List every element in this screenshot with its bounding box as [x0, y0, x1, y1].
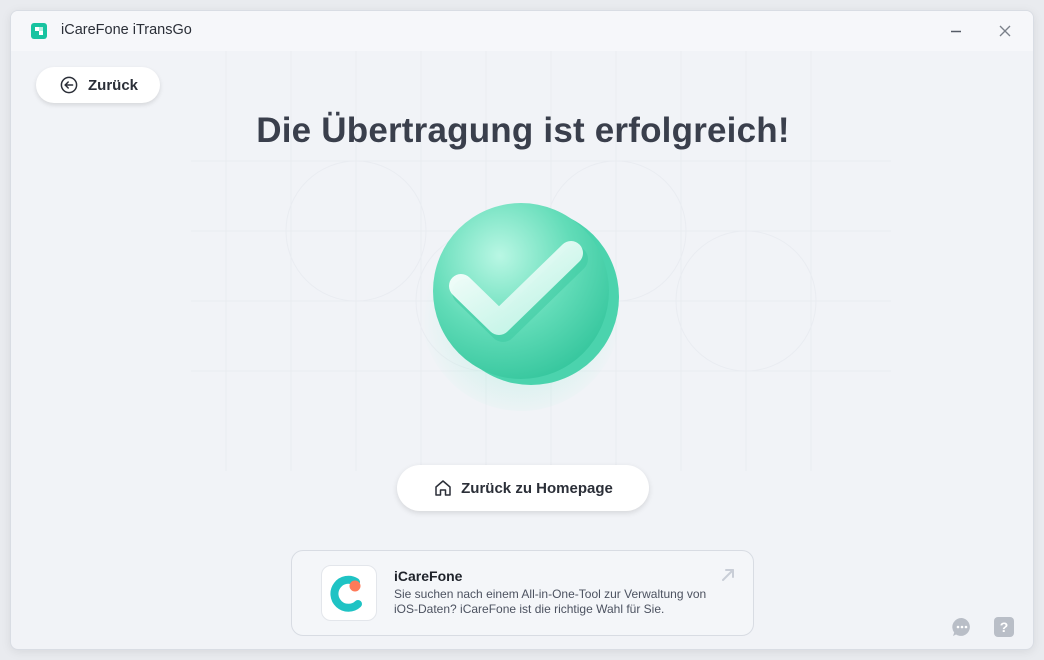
icarefone-app-icon — [321, 565, 377, 621]
home-button-label: Zurück zu Homepage — [461, 479, 613, 497]
app-logo-icon — [31, 23, 47, 39]
minimize-icon — [951, 30, 961, 33]
back-button-label: Zurück — [88, 76, 139, 94]
close-icon — [999, 25, 1011, 37]
chat-icon — [952, 617, 970, 636]
title-bar: iCareFone iTransGo — [11, 11, 1033, 51]
app-window: iCareFone iTransGo Zurück Die Übertragun… — [10, 10, 1034, 650]
arrow-left-circle-icon — [60, 76, 78, 94]
promo-description: Sie suchen nach einem All-in-One-Tool zu… — [394, 587, 707, 616]
chat-button[interactable] — [951, 616, 973, 638]
help-button[interactable]: ? — [993, 616, 1015, 638]
back-to-homepage-button[interactable]: Zurück zu Homepage — [397, 465, 649, 511]
home-icon — [435, 480, 451, 496]
window-title: iCareFone iTransGo — [61, 22, 192, 38]
page-title: Die Übertragung ist erfolgreich! — [256, 111, 790, 150]
back-button[interactable]: Zurück — [36, 67, 160, 103]
close-button[interactable] — [990, 17, 1020, 45]
success-checkmark-icon — [421, 203, 621, 411]
help-icon: ? — [994, 617, 1014, 637]
promo-title: iCareFone — [394, 568, 463, 584]
external-arrow-icon — [722, 569, 734, 581]
svg-text:?: ? — [1000, 619, 1009, 635]
minimize-button[interactable] — [941, 17, 971, 45]
icarefone-promo-card[interactable]: iCareFone Sie suchen nach einem All-in-O… — [291, 550, 754, 636]
